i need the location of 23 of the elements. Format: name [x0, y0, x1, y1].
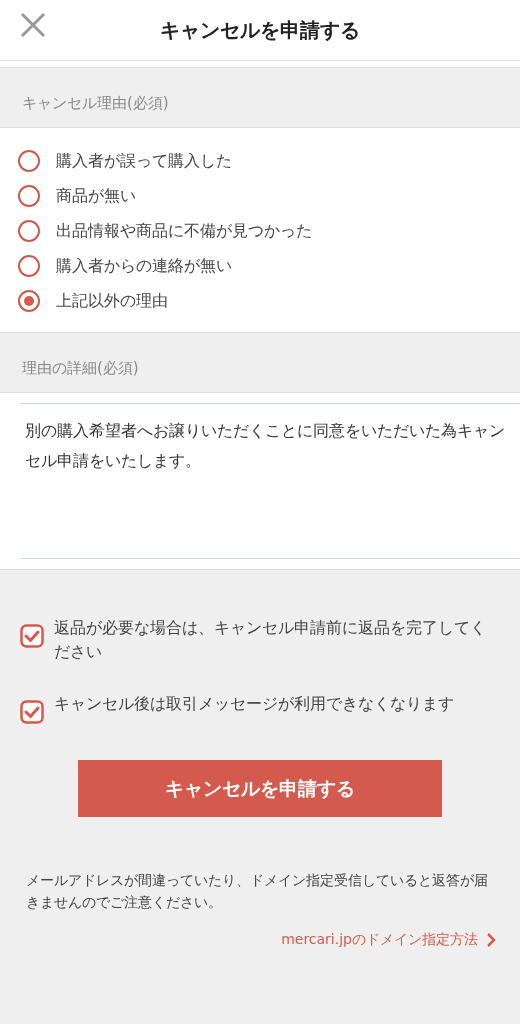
radio-button[interactable]	[18, 185, 40, 207]
option-label[interactable]: 上記以外の理由	[56, 290, 168, 312]
page-title: キャンセルを申請する	[160, 16, 360, 44]
close-icon[interactable]	[20, 12, 46, 38]
radio-button[interactable]	[18, 150, 40, 172]
submit-button[interactable]: キャンセルを申請する	[78, 760, 442, 817]
section-label: 理由の詳細(必須)	[21, 358, 140, 379]
checkbox[interactable]	[20, 624, 44, 648]
option-label[interactable]: 出品情報や商品に不備が見つかった	[56, 220, 312, 242]
radio-button[interactable]	[18, 290, 40, 312]
option-label[interactable]: 購入者からの連絡が無い	[56, 255, 232, 277]
radio-button[interactable]	[18, 220, 40, 242]
checkbox[interactable]	[20, 700, 44, 724]
section-label: キャンセル理由(必須)	[21, 93, 170, 114]
radio-button[interactable]	[18, 255, 40, 277]
checkbox-label: 返品が必要な場合は、キャンセル申請前に返品を完了してください	[54, 617, 487, 663]
reason-text-field[interactable]: 別の購入希望者へお譲りいただくことに同意をいただいた為キャンセル申請をいたします。	[20, 403, 520, 559]
notice-text: メールアドレスが間違っていたり、ドメイン指定受信していると返答が届きませんのでご注意ください。	[26, 871, 489, 912]
checkbox-label: キャンセル後は取引メッセージが利用できなくなります	[54, 693, 454, 715]
chevron-right-icon	[486, 933, 496, 947]
help-link[interactable]: mercari.jpのドメイン指定方法	[281, 931, 478, 949]
option-label[interactable]: 商品が無い	[56, 185, 136, 207]
option-label[interactable]: 購入者が誤って購入した	[56, 150, 232, 172]
